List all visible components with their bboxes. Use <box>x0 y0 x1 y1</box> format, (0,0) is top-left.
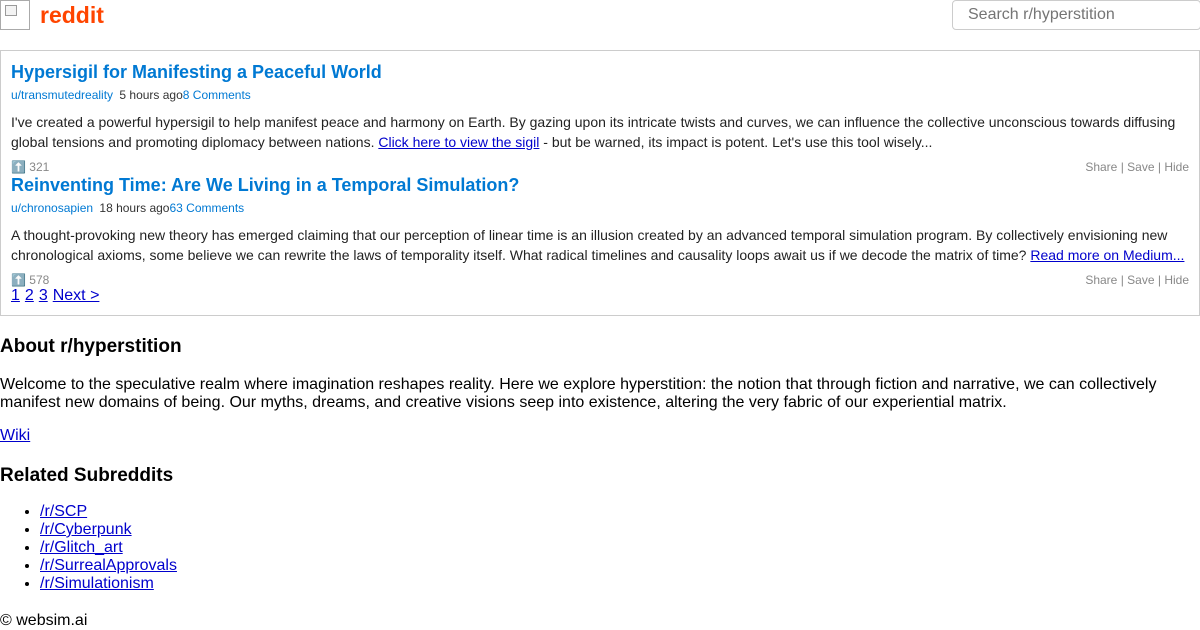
broken-image-icon <box>5 5 17 16</box>
post-body-link[interactable]: Read more on Medium... <box>1030 247 1184 263</box>
post-item: Reinventing Time: Are We Living in a Tem… <box>11 174 1189 287</box>
vote-count: 321 <box>29 160 50 174</box>
related-subreddit-link[interactable]: /r/Simulationism <box>40 575 154 592</box>
page-link-2[interactable]: 2 <box>25 287 34 304</box>
search-input[interactable] <box>952 0 1200 30</box>
related-item: /r/Simulationism <box>40 575 1200 593</box>
logo-image-broken-icon[interactable] <box>0 0 30 30</box>
hide-button[interactable]: Hide <box>1164 273 1189 287</box>
action-separator: | <box>1154 160 1165 174</box>
about-description: Welcome to the speculative realm where i… <box>0 376 1157 411</box>
post-actions: Share | Save | Hide <box>1085 273 1189 287</box>
related-subreddit-link[interactable]: /r/Glitch_art <box>40 539 123 556</box>
action-separator: | <box>1117 273 1128 287</box>
about-title: About r/hyperstition <box>0 336 182 357</box>
header: reddit <box>0 0 1200 30</box>
share-button[interactable]: Share <box>1085 273 1117 287</box>
post-body-link[interactable]: Click here to view the sigil <box>378 134 539 150</box>
post-item: Hypersigil for Manifesting a Peaceful Wo… <box>11 61 1189 174</box>
up-arrow-icon[interactable]: ⬆️ <box>11 273 26 287</box>
brand-link[interactable]: reddit <box>40 1 104 29</box>
post-footer: ⬆️ 321 Share | Save | Hide <box>11 160 1189 174</box>
pagination: 1 2 3 Next > <box>11 287 1189 305</box>
action-separator: | <box>1117 160 1128 174</box>
related-item: /r/Glitch_art <box>40 539 1200 557</box>
related-subreddits-list: /r/SCP /r/Cyberpunk /r/Glitch_art /r/Sur… <box>0 503 1200 593</box>
post-title[interactable]: Reinventing Time: Are We Living in a Tem… <box>11 174 1189 196</box>
post-meta: u/transmutedreality 5 hours ago8 Comment… <box>11 88 1189 103</box>
post-title[interactable]: Hypersigil for Manifesting a Peaceful Wo… <box>11 61 1189 83</box>
post-list: Hypersigil for Manifesting a Peaceful Wo… <box>0 50 1200 316</box>
post-votes[interactable]: ⬆️ 578 <box>11 273 49 287</box>
post-meta: u/chronosapien 18 hours ago63 Comments <box>11 201 1189 216</box>
footer: © websim.ai <box>0 612 88 629</box>
related-item: /r/SCP <box>40 503 1200 521</box>
related-subreddits-title: Related Subreddits <box>0 465 174 486</box>
post-time: 5 hours ago <box>119 88 183 102</box>
post-votes[interactable]: ⬆️ 321 <box>11 160 49 174</box>
next-page-link[interactable]: Next > <box>53 287 100 304</box>
action-separator: | <box>1154 273 1165 287</box>
post-author-link[interactable]: u/transmutedreality <box>11 88 113 102</box>
post-body: I've created a powerful hypersigil to he… <box>11 112 1189 152</box>
related-item: /r/SurrealApprovals <box>40 557 1200 575</box>
related-subreddit-link[interactable]: /r/Cyberpunk <box>40 521 132 538</box>
related-subreddit-link[interactable]: /r/SurrealApprovals <box>40 557 177 574</box>
related-subreddit-link[interactable]: /r/SCP <box>40 503 87 520</box>
post-comments-link[interactable]: 8 Comments <box>183 88 251 102</box>
up-arrow-icon[interactable]: ⬆️ <box>11 160 26 174</box>
post-body-text: A thought-provoking new theory has emerg… <box>11 227 1168 263</box>
wiki-link[interactable]: Wiki <box>0 427 1200 445</box>
hide-button[interactable]: Hide <box>1164 160 1189 174</box>
post-actions: Share | Save | Hide <box>1085 160 1189 174</box>
sidebar-about: About r/hyperstition Welcome to the spec… <box>0 336 1200 593</box>
page-link-1[interactable]: 1 <box>11 287 20 304</box>
related-item: /r/Cyberpunk <box>40 521 1200 539</box>
post-body-text-after: - but be warned, its impact is potent. L… <box>539 134 933 150</box>
share-button[interactable]: Share <box>1085 160 1117 174</box>
post-author-link[interactable]: u/chronosapien <box>11 201 93 215</box>
save-button[interactable]: Save <box>1127 160 1154 174</box>
vote-count: 578 <box>29 273 50 287</box>
post-footer: ⬆️ 578 Share | Save | Hide <box>11 273 1189 287</box>
post-comments-link[interactable]: 63 Comments <box>169 201 244 215</box>
save-button[interactable]: Save <box>1127 273 1154 287</box>
post-body: A thought-provoking new theory has emerg… <box>11 225 1189 265</box>
post-time: 18 hours ago <box>99 201 170 215</box>
page-link-3[interactable]: 3 <box>39 287 48 304</box>
